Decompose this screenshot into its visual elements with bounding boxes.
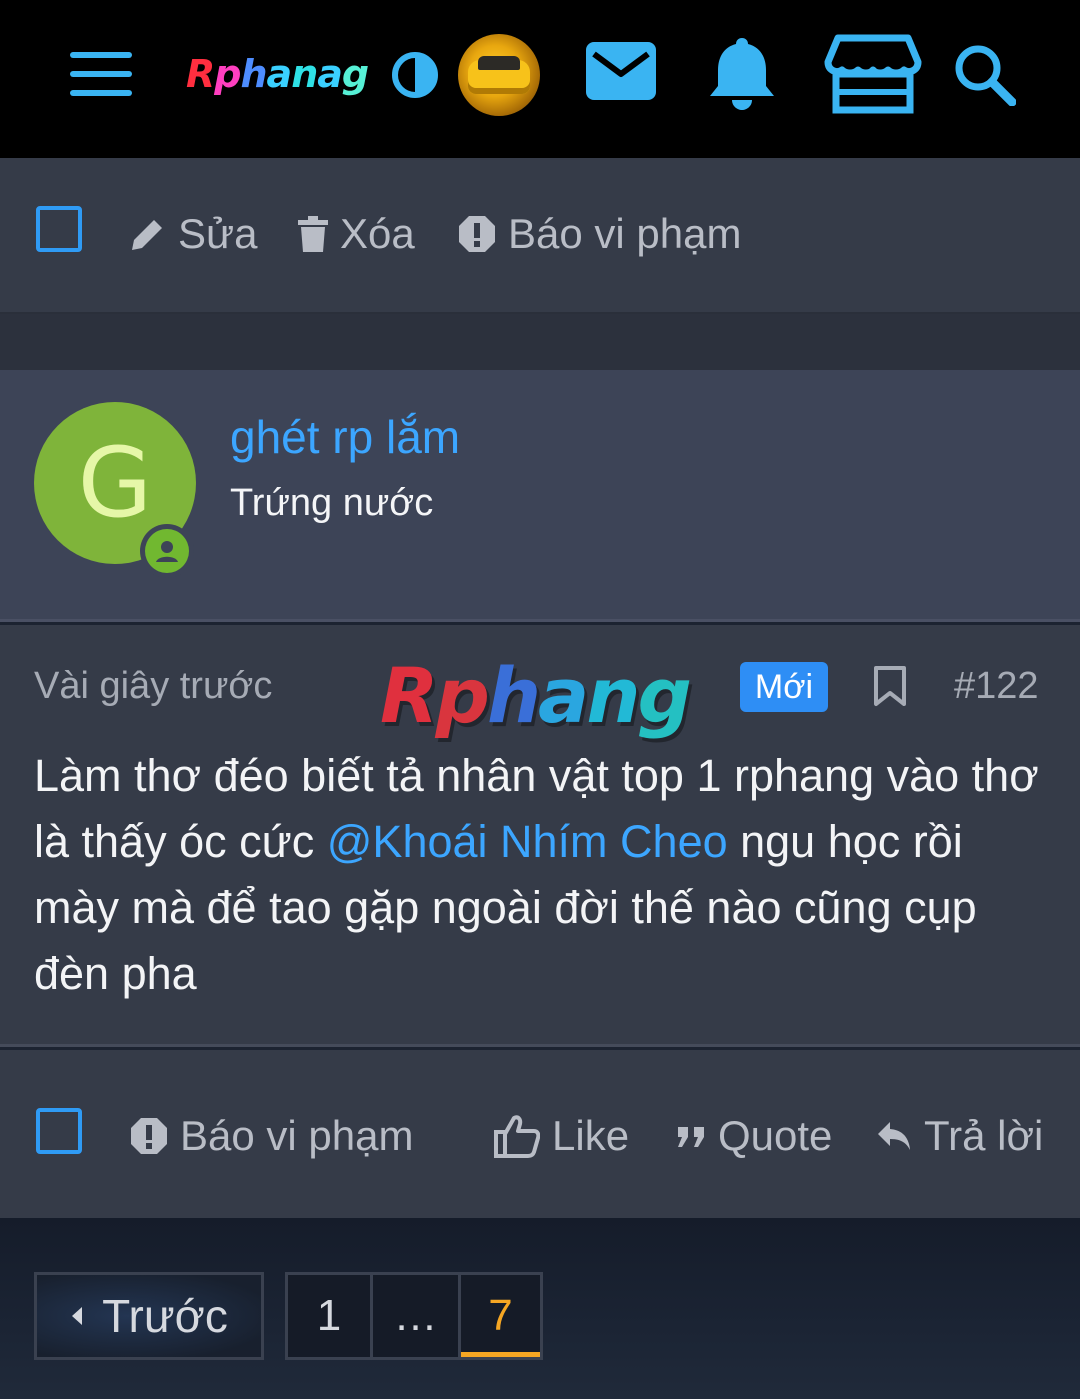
reply-label: Trả lời xyxy=(924,1112,1044,1159)
new-badge: Mới xyxy=(740,662,828,712)
reply-icon xyxy=(878,1122,910,1150)
search-icon[interactable] xyxy=(952,42,1017,111)
reply-button[interactable]: Trả lời xyxy=(876,1112,1043,1160)
page-link-current[interactable]: 7 xyxy=(458,1275,540,1357)
post-actions-bar: Sửa Xóa Báo vi phạm xyxy=(0,158,1080,314)
bell-icon[interactable] xyxy=(710,36,774,115)
report-button[interactable]: Báo vi phạm xyxy=(130,1112,413,1160)
logo-letter: R xyxy=(186,52,215,96)
post-user-header: G ghét rp lắm Trứng nước xyxy=(0,370,1080,622)
site-logo[interactable]: Rphanag xyxy=(186,52,369,96)
select-post-checkbox[interactable] xyxy=(36,206,82,252)
store-icon[interactable] xyxy=(824,34,922,119)
select-post-checkbox[interactable] xyxy=(36,1108,82,1154)
post-timestamp[interactable]: Vài giây trước xyxy=(34,665,272,708)
post-body: Vài giây trước Rphang Mới #122 Làm thơ đ… xyxy=(0,625,1080,1047)
like-button[interactable]: Like xyxy=(494,1112,629,1160)
page-jump-ellipsis[interactable]: … xyxy=(370,1275,458,1357)
post-number-link[interactable]: #122 xyxy=(954,665,1039,708)
username-link[interactable]: ghét rp lắm xyxy=(230,410,460,464)
delete-label: Xóa xyxy=(340,210,415,257)
quote-icon xyxy=(678,1127,704,1147)
avatar-car-window xyxy=(478,56,520,70)
top-navigation-bar: Rphanag xyxy=(0,0,1080,158)
account-avatar[interactable] xyxy=(458,34,540,116)
menu-icon[interactable] xyxy=(70,52,132,101)
logo-letter: g xyxy=(341,52,369,96)
pagination: Trước 1 … 7 xyxy=(0,1218,1080,1399)
mail-icon[interactable] xyxy=(586,42,656,105)
edit-label: Sửa xyxy=(178,210,258,257)
post-footer-actions: Báo vi phạm Like Quote Trả lời xyxy=(0,1050,1080,1218)
user-mention-link[interactable]: @Khoái Nhím Cheo xyxy=(327,816,728,867)
like-label: Like xyxy=(552,1112,630,1159)
delete-button[interactable]: Xóa xyxy=(298,210,415,258)
logo-letter: a xyxy=(266,52,293,96)
quote-button[interactable]: Quote xyxy=(676,1112,832,1160)
logo-letter: n xyxy=(586,651,640,740)
logo-letter: a xyxy=(538,651,589,740)
logo-letter: g xyxy=(637,651,691,740)
pencil-icon xyxy=(132,216,166,250)
online-status-badge xyxy=(140,524,194,578)
logo-letter: n xyxy=(291,52,318,96)
logo-letter: p xyxy=(435,651,490,740)
edit-button[interactable]: Sửa xyxy=(130,210,258,258)
logo-letter: R xyxy=(380,651,439,740)
user-title: Trứng nước xyxy=(230,482,434,524)
watermark-logo: Rphang xyxy=(380,651,692,740)
logo-letter: a xyxy=(317,52,343,96)
post-separator xyxy=(0,314,1080,370)
page-link-1[interactable]: 1 xyxy=(288,1275,370,1357)
logo-letter: p xyxy=(214,52,241,96)
previous-label: Trước xyxy=(102,1290,228,1342)
post-message: Làm thơ đéo biết tả nhân vật top 1 rphan… xyxy=(34,743,1044,1007)
report-button[interactable]: Báo vi phạm xyxy=(458,210,741,258)
quote-label: Quote xyxy=(718,1112,833,1159)
report-icon xyxy=(459,216,495,252)
report-label: Báo vi phạm xyxy=(508,210,742,257)
contrast-icon[interactable] xyxy=(390,50,440,105)
logo-letter: h xyxy=(240,52,267,96)
logo-letter: h xyxy=(486,651,541,740)
report-label: Báo vi phạm xyxy=(180,1112,414,1159)
thumbs-up-icon xyxy=(494,1115,540,1158)
page-number-group: 1 … 7 xyxy=(285,1272,543,1360)
trash-icon xyxy=(298,216,328,252)
previous-page-button[interactable]: Trước xyxy=(34,1272,264,1360)
bookmark-icon[interactable] xyxy=(872,665,908,712)
user-icon xyxy=(156,541,178,562)
chevron-left-icon xyxy=(72,1307,83,1325)
report-icon xyxy=(131,1118,167,1154)
